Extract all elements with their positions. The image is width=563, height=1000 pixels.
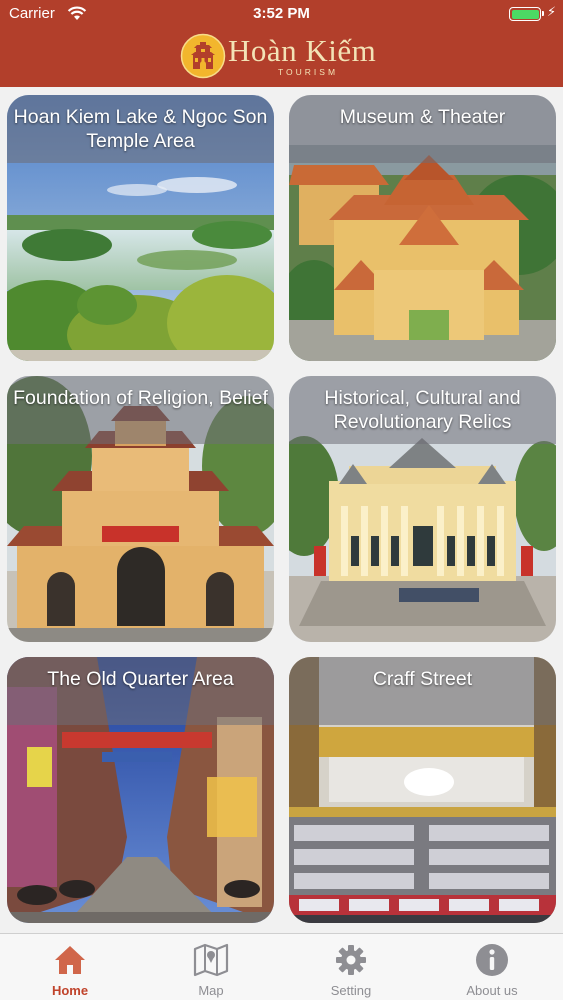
brand-subtitle: TOURISM	[278, 67, 339, 77]
category-title: Craff Street	[372, 668, 473, 690]
category-title: Foundation of Religion, Belief	[13, 387, 268, 409]
gear-icon	[336, 945, 366, 975]
temple-logo-icon	[180, 33, 226, 79]
status-time: 3:52 PM	[253, 5, 310, 22]
status-bar: Carrier 3:52 PM ⚡	[0, 0, 563, 28]
tab-label: About us	[466, 983, 518, 998]
brand-logo-lockup: Hoàn Kiếm TOURISM	[180, 33, 390, 79]
tab-bar: Home Map Setting About us	[0, 933, 563, 1000]
map-icon	[193, 943, 229, 977]
tab-about-us[interactable]: About us	[422, 934, 562, 1000]
tab-map[interactable]: Map	[141, 934, 281, 1000]
category-card-historical-relics[interactable]: Historical, Cultural and Revolutionary R…	[289, 376, 556, 642]
tab-label: Setting	[330, 983, 372, 998]
charging-bolt-icon: ⚡	[547, 4, 557, 19]
category-grid: Hoan Kiem Lake & Ngoc Son Temple Area Mu…	[0, 87, 563, 933]
info-icon	[476, 944, 508, 976]
tab-home[interactable]: Home	[0, 934, 140, 1000]
category-title: Historical, Cultural and Revolutionary R…	[324, 387, 521, 433]
category-card-religion-belief[interactable]: Foundation of Religion, Belief	[7, 376, 274, 642]
tab-setting[interactable]: Setting	[281, 934, 421, 1000]
category-title: Hoan Kiem Lake & Ngoc Son Temple Area	[13, 106, 268, 152]
brand-name: Hoàn Kiếm	[228, 33, 377, 68]
category-card-craft-street[interactable]: Craff Street	[289, 657, 556, 923]
category-card-hoan-kiem-lake[interactable]: Hoan Kiem Lake & Ngoc Son Temple Area	[7, 95, 274, 361]
tab-label: Home	[51, 983, 89, 998]
category-card-old-quarter[interactable]: The Old Quarter Area	[7, 657, 274, 923]
app-header: Carrier 3:52 PM ⚡ Hoàn Kiếm TOURISM	[0, 0, 563, 87]
category-card-museum-theater[interactable]: Museum & Theater	[289, 95, 556, 361]
home-icon	[55, 946, 85, 974]
battery-icon	[509, 7, 544, 21]
tab-label: Map	[198, 983, 224, 998]
category-title: Museum & Theater	[339, 106, 506, 128]
category-title: The Old Quarter Area	[47, 668, 234, 690]
